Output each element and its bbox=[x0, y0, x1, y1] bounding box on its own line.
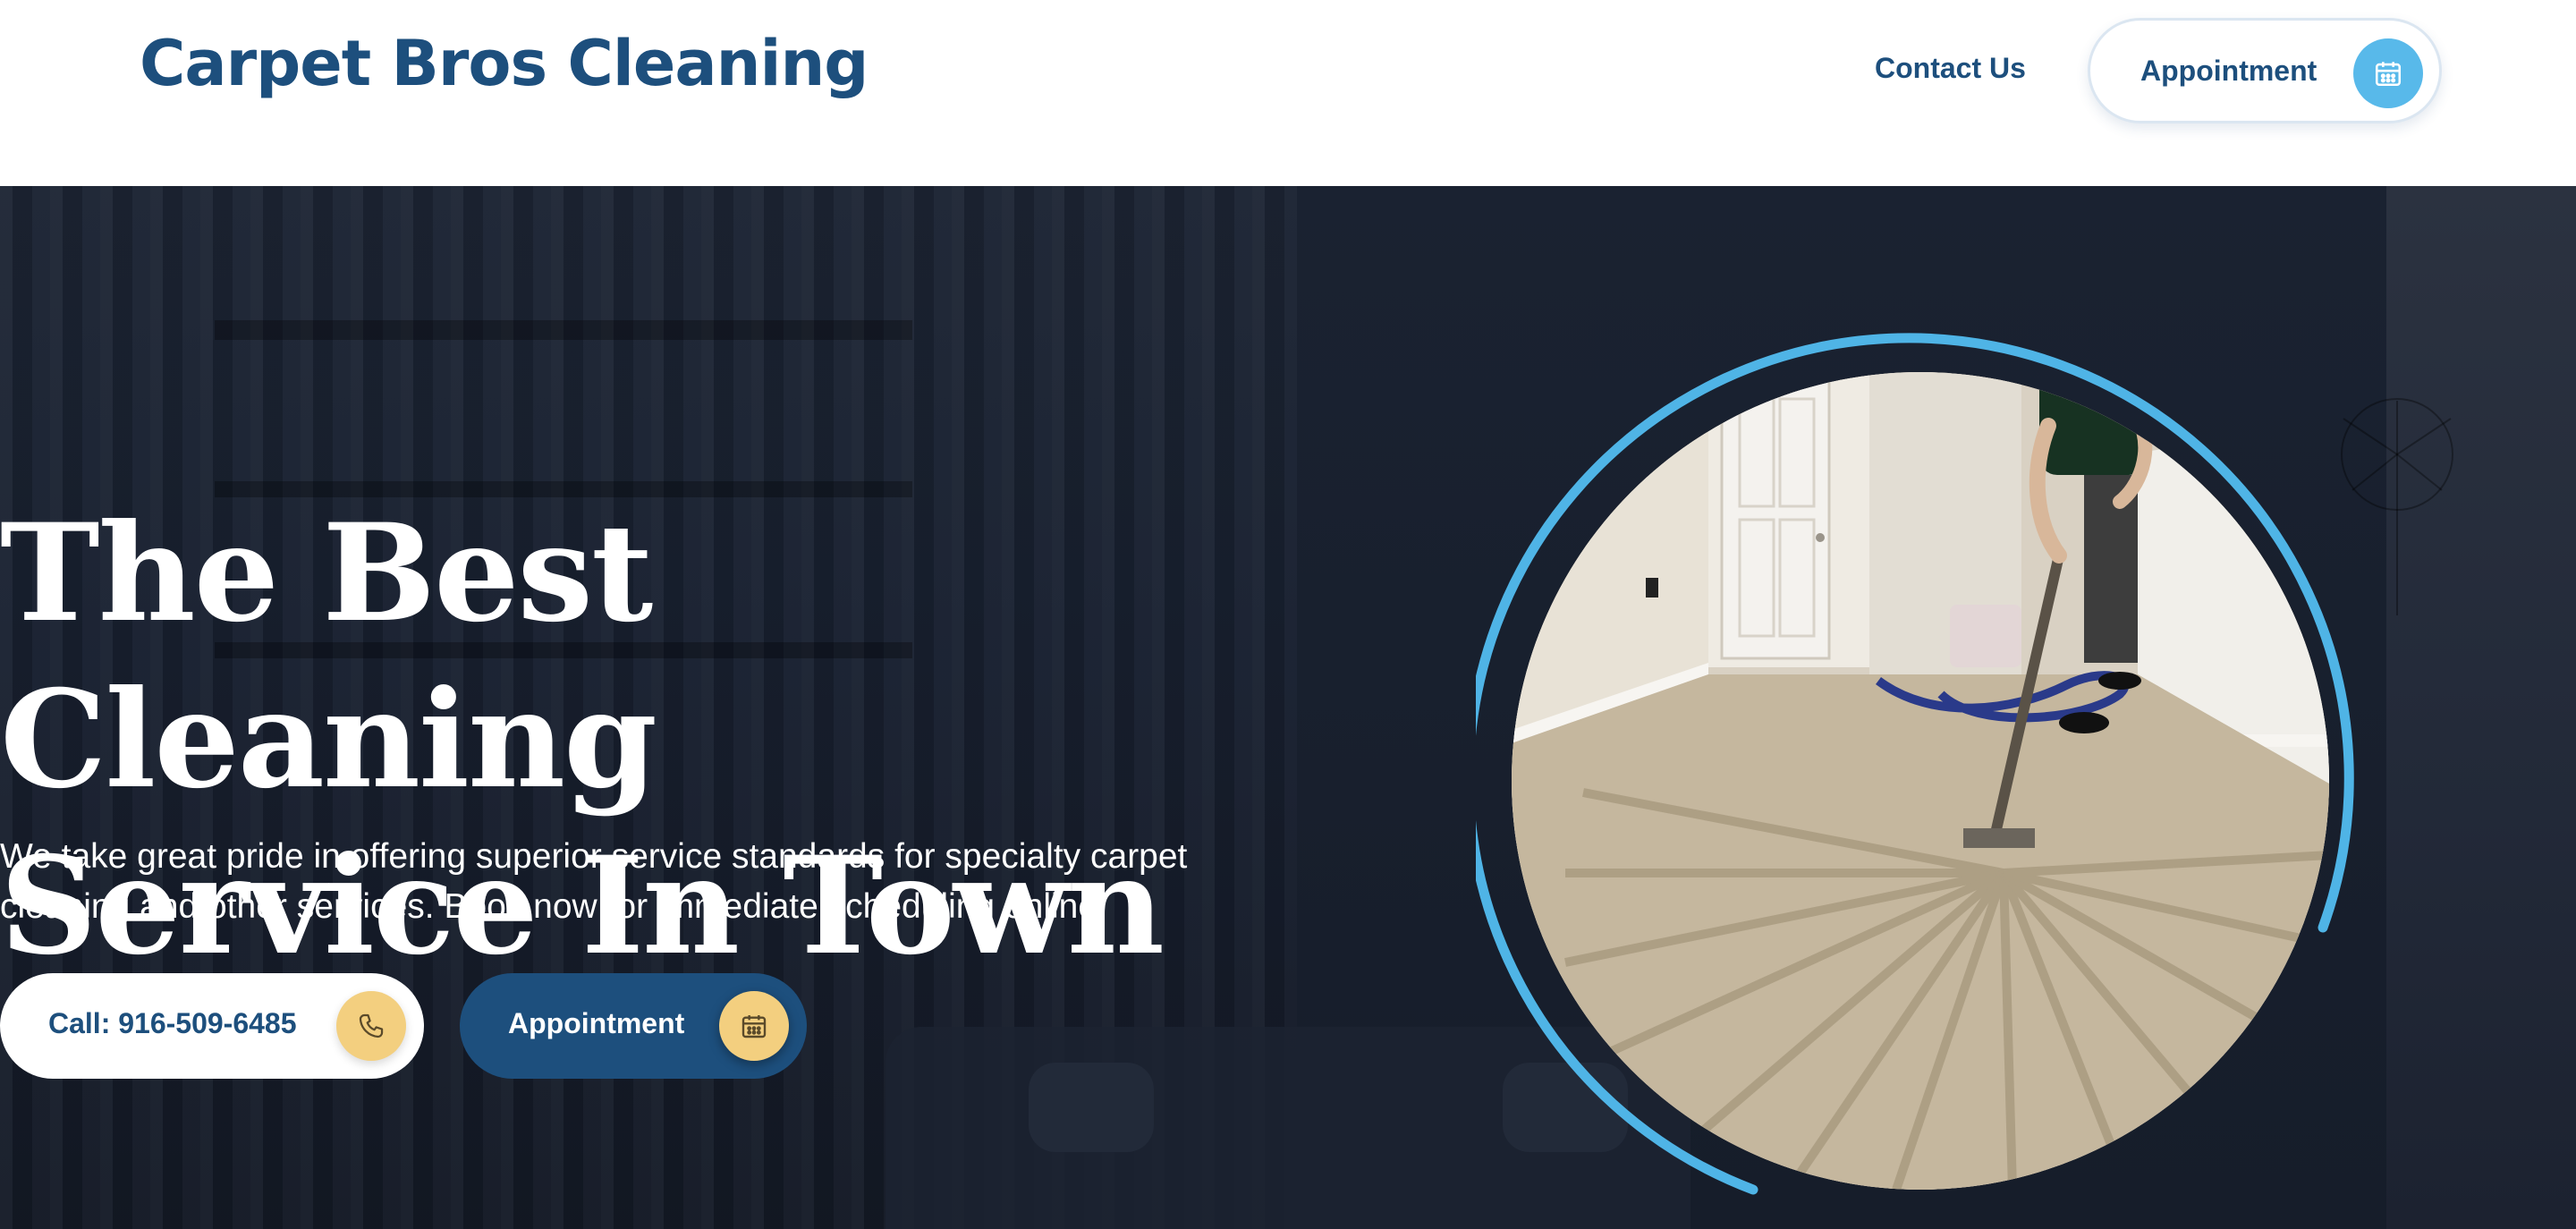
calendar-icon bbox=[719, 991, 789, 1061]
calendar-icon bbox=[2353, 38, 2423, 108]
hero-appointment-button[interactable]: Appointment bbox=[460, 973, 807, 1079]
hero-photo bbox=[1512, 372, 2329, 1190]
carpet-cleaning-image bbox=[1512, 372, 2329, 1190]
nav-appointment-label: Appointment bbox=[2140, 55, 2318, 87]
hero-description: We take great pride in offering superior… bbox=[0, 837, 1188, 926]
site-header: Carpet Bros Cleaning Contact Us Appointm… bbox=[0, 0, 2576, 186]
background-shelf bbox=[215, 320, 912, 340]
phone-icon bbox=[336, 991, 406, 1061]
nav-appointment-button[interactable]: Appointment bbox=[2088, 18, 2442, 123]
hero-section: The Best Cleaning Service In Town We tak… bbox=[0, 186, 2576, 1229]
hero-appointment-label: Appointment bbox=[508, 1007, 685, 1039]
hero-title-line-1: The Best Cleaning bbox=[0, 495, 657, 818]
nav-contact-link[interactable]: Contact Us bbox=[1875, 52, 2026, 85]
site-logo[interactable]: Carpet Bros Cleaning bbox=[140, 27, 869, 100]
background-cushion bbox=[1029, 1063, 1154, 1152]
call-button[interactable]: Call: 916-509-6485 bbox=[0, 973, 424, 1079]
hero-background-window bbox=[2386, 186, 2576, 1229]
call-button-label: Call: 916-509-6485 bbox=[48, 1007, 297, 1039]
